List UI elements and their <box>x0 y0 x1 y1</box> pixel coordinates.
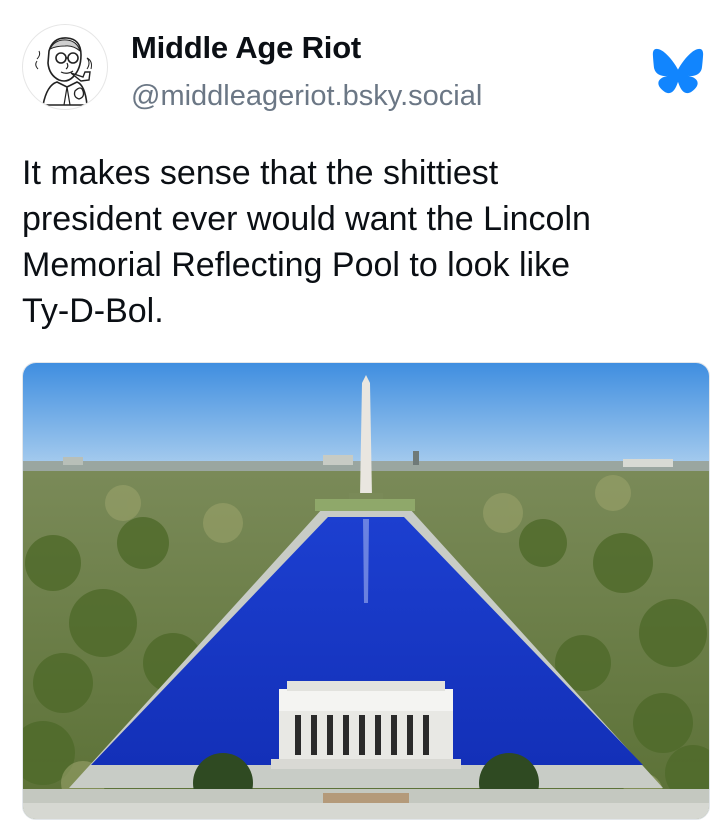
author-display-name[interactable]: Middle Age Riot <box>131 30 361 66</box>
reflecting-pool-photo <box>23 363 709 819</box>
avatar[interactable] <box>22 24 108 110</box>
post-card: Middle Age Riot @middleageriot.bsky.soci… <box>0 0 723 837</box>
cartoon-man-pipe-avatar-icon <box>35 37 92 106</box>
post-image[interactable] <box>22 362 710 820</box>
post-text-line: Memorial Reflecting Pool to look like <box>22 246 571 284</box>
author-handle[interactable]: @middleageriot.bsky.social <box>131 80 482 113</box>
bluesky-butterfly-icon[interactable] <box>652 48 704 94</box>
post-text: It makes sense that the shittiest presid… <box>22 150 712 334</box>
post-text-line: It makes sense that the shittiest <box>22 154 499 192</box>
post-text-line: president ever would want the Lincoln <box>22 200 591 238</box>
post-text-line: Ty-D-Bol. <box>22 292 164 330</box>
